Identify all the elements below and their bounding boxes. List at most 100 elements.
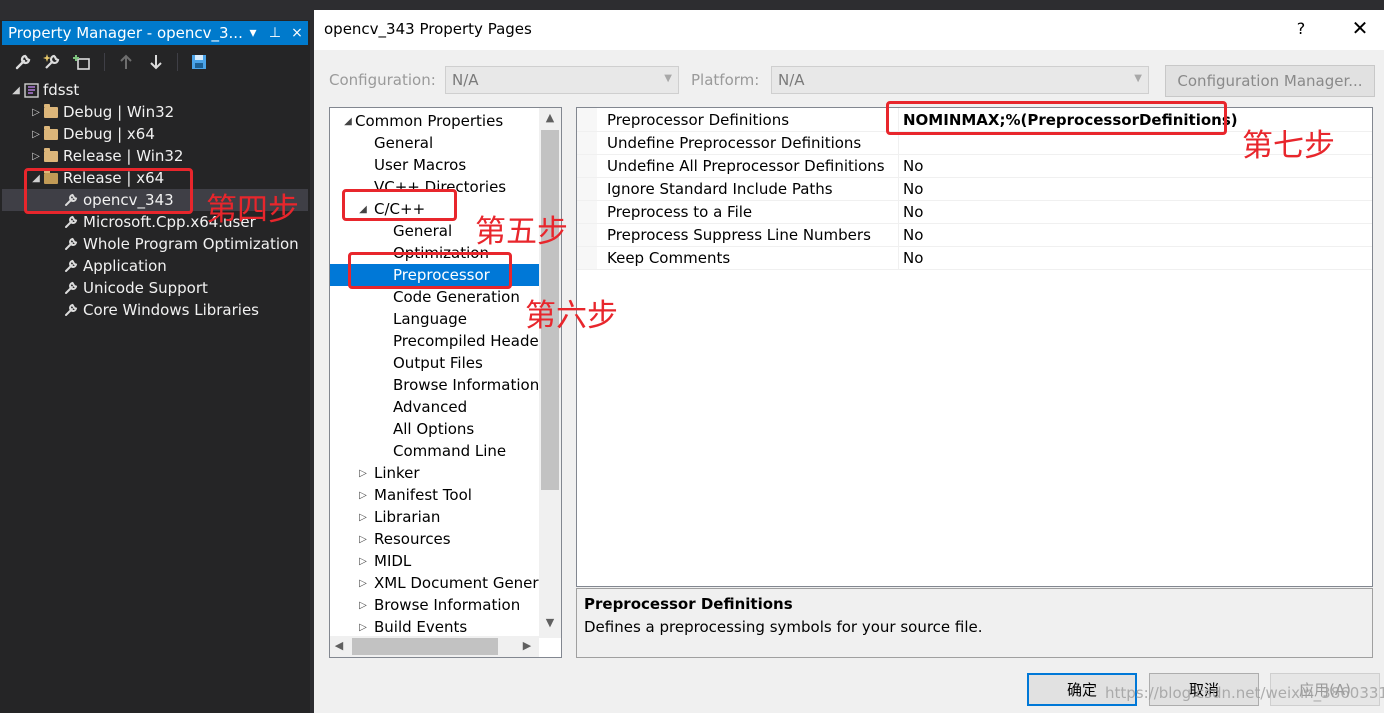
pm-tree-item[interactable]: ▷ Debug | x64 (2, 123, 308, 145)
wrench-icon (62, 302, 80, 318)
settings-tree-item[interactable]: Precompiled Heade (330, 330, 539, 352)
configuration-value: N/A (452, 71, 479, 89)
scroll-up-icon[interactable]: ▲ (541, 111, 559, 124)
dialog-title: opencv_343 Property Pages (324, 20, 532, 38)
platform-combo[interactable]: N/A ▼ (771, 66, 1149, 94)
settings-tree-item-label: Advanced (393, 398, 468, 416)
wrench-icon (62, 236, 80, 252)
collapsed-arrow-icon[interactable]: ▷ (357, 512, 369, 523)
collapsed-arrow-icon[interactable]: ▷ (30, 129, 42, 140)
help-button[interactable]: ? (1289, 19, 1313, 38)
settings-tree-item[interactable]: ▷ Build Events (330, 616, 539, 638)
property-row[interactable]: Preprocess Suppress Line Numbers No (577, 224, 1372, 247)
settings-tree-item[interactable]: Browse Information (330, 374, 539, 396)
settings-tree-item-label: User Macros (374, 156, 467, 174)
settings-tree-item[interactable]: ▷ XML Document Genera (330, 572, 548, 594)
move-up-icon[interactable] (113, 50, 139, 74)
property-value[interactable]: No (903, 180, 923, 198)
pm-tree-item[interactable]: ◢ fdsst (2, 79, 308, 101)
settings-tree-item-label: General (393, 222, 453, 240)
window-position-dropdown-icon[interactable]: ▾ (242, 25, 264, 41)
settings-tree-item[interactable]: Command Line (330, 440, 539, 462)
scroll-right-icon[interactable]: ▶ (518, 639, 536, 652)
pm-tree-item[interactable]: ▷ Debug | Win32 (2, 101, 308, 123)
settings-tree-item[interactable]: All Options (330, 418, 539, 440)
settings-tree-item[interactable]: ▷ Linker (330, 462, 539, 484)
project-icon (22, 82, 40, 98)
wrench-icon (62, 214, 80, 230)
property-grid: Preprocessor Definitions NOMINMAX;%(Prepr… (576, 107, 1373, 587)
settings-tree-item-label: Precompiled Heade (393, 332, 539, 350)
collapsed-arrow-icon[interactable]: ▷ (357, 534, 369, 545)
settings-tree-item-label: XML Document Genera (374, 574, 548, 592)
folder-icon (42, 103, 60, 120)
scroll-left-icon[interactable]: ◀ (330, 639, 348, 652)
pm-tree-item-label: Unicode Support (83, 279, 208, 297)
property-manager-toolbar (2, 48, 308, 76)
vertical-scrollbar[interactable]: ▲ ▼ (539, 108, 561, 638)
close-button[interactable]: ✕ (1348, 16, 1372, 40)
property-row[interactable]: Ignore Standard Include Paths No (577, 178, 1372, 201)
property-value[interactable]: No (903, 226, 923, 244)
collapsed-arrow-icon[interactable]: ▷ (357, 490, 369, 501)
toolbar-separator (177, 53, 178, 71)
pm-tree-item-label: Debug | Win32 (63, 103, 175, 121)
settings-tree-item[interactable]: User Macros (330, 154, 539, 176)
ide-top-strip (0, 0, 310, 20)
description-text: Defines a preprocessing symbols for your… (584, 618, 983, 636)
pm-tree-item[interactable]: Core Windows Libraries (2, 299, 308, 321)
property-row[interactable]: Keep Comments No (577, 247, 1372, 270)
wrench-icon[interactable] (10, 50, 36, 74)
pm-tree-item[interactable]: Whole Program Optimization (2, 233, 308, 255)
collapsed-arrow-icon[interactable]: ▷ (30, 151, 42, 162)
move-down-icon[interactable] (143, 50, 169, 74)
add-new-icon[interactable] (40, 50, 66, 74)
property-value[interactable]: No (903, 157, 923, 175)
property-name: Undefine Preprocessor Definitions (607, 134, 862, 152)
pin-icon[interactable]: ⊥ (264, 25, 286, 41)
collapsed-arrow-icon[interactable]: ▷ (357, 578, 369, 589)
property-name: Undefine All Preprocessor Definitions (607, 157, 885, 175)
collapsed-arrow-icon[interactable]: ▷ (357, 622, 369, 633)
add-existing-icon[interactable] (70, 50, 96, 74)
settings-tree-item[interactable]: ▷ Manifest Tool (330, 484, 539, 506)
configuration-manager-button[interactable]: Configuration Manager... (1165, 65, 1375, 97)
pm-tree-item[interactable]: Application (2, 255, 308, 277)
step7-annotation: 第七步 (1242, 128, 1335, 164)
collapsed-arrow-icon[interactable]: ▷ (30, 107, 42, 118)
settings-tree-item-label: MIDL (374, 552, 412, 570)
settings-tree-item[interactable]: Code Generation (330, 286, 539, 308)
folder-icon (42, 125, 60, 142)
settings-tree-item[interactable]: Advanced (330, 396, 539, 418)
property-value[interactable]: No (903, 249, 923, 267)
pm-tree-item[interactable]: ▷ Release | Win32 (2, 145, 308, 167)
save-icon[interactable] (186, 50, 212, 74)
property-value[interactable]: No (903, 203, 923, 221)
settings-tree-item-label: Common Properties (355, 112, 504, 130)
settings-tree-item[interactable]: ▷ Resources (330, 528, 539, 550)
collapsed-arrow-icon[interactable]: ▷ (357, 600, 369, 611)
scroll-down-icon[interactable]: ▼ (541, 616, 559, 629)
collapsed-arrow-icon[interactable]: ▷ (357, 556, 369, 567)
property-row[interactable]: Preprocess to a File No (577, 201, 1372, 224)
platform-value: N/A (778, 71, 805, 89)
property-description-panel: Preprocessor Definitions Defines a prepr… (576, 588, 1373, 658)
horizontal-scrollbar[interactable]: ◀ ▶ (330, 636, 539, 657)
property-manager-title: Property Manager - opencv_3... (8, 24, 242, 42)
settings-tree-item[interactable]: ▷ Browse Information (330, 594, 539, 616)
settings-tree-item[interactable]: ▷ Librarian (330, 506, 539, 528)
property-manager-titlebar: Property Manager - opencv_3... ▾ ⊥ × (2, 21, 308, 45)
close-icon[interactable]: × (286, 25, 308, 41)
collapsed-arrow-icon[interactable]: ▷ (357, 468, 369, 479)
settings-tree-item[interactable]: ▷ MIDL (330, 550, 539, 572)
pm-tree-item[interactable]: Unicode Support (2, 277, 308, 299)
expanded-arrow-icon[interactable]: ◢ (10, 85, 22, 96)
configuration-combo[interactable]: N/A ▼ (445, 66, 679, 94)
expanded-arrow-icon[interactable]: ◢ (342, 116, 354, 127)
settings-tree-item-label: Output Files (393, 354, 483, 372)
settings-tree-item[interactable]: General (330, 132, 539, 154)
settings-tree-item[interactable]: Language (330, 308, 539, 330)
settings-tree-item[interactable]: ◢ Common Properties (330, 110, 539, 132)
settings-tree-item[interactable]: Output Files (330, 352, 539, 374)
horizontal-scroll-thumb[interactable] (352, 638, 498, 655)
